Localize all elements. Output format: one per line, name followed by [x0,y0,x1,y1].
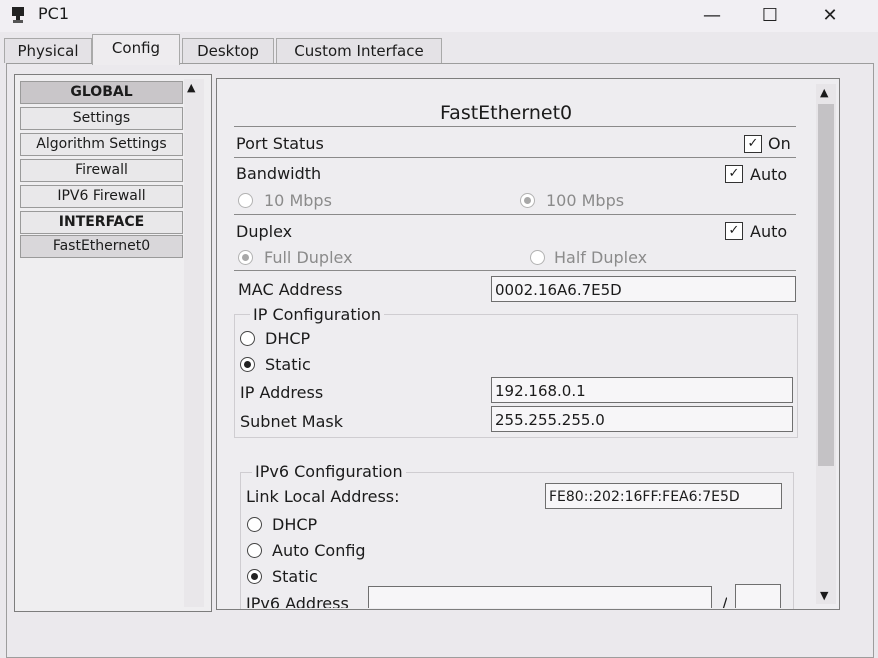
sidebar-item-fastethernet0[interactable]: FastEthernet0 [20,235,183,258]
ipv6-configuration-title: IPv6 Configuration [252,462,406,481]
ipv6-prefix-field[interactable] [735,584,781,608]
bandwidth-10-radio[interactable] [238,193,253,208]
full-duplex-label: Full Duplex [264,248,353,267]
sidebar-item-firewall[interactable]: Firewall [20,159,183,182]
half-duplex-label: Half Duplex [554,248,648,267]
window-title: PC1 [38,4,69,23]
mac-address-field[interactable]: 0002.16A6.7E5D [491,276,796,302]
ip-address-label: IP Address [240,383,324,402]
tab-config[interactable]: Config [92,34,180,65]
link-local-address-label: Link Local Address: [246,487,400,506]
config-sidebar: GLOBAL Settings Algorithm Settings Firew… [14,74,212,612]
maximize-button[interactable]: ☐ [750,2,790,30]
bandwidth-label: Bandwidth [236,164,322,183]
half-duplex-radio[interactable] [530,250,545,265]
ip-static-label: Static [265,355,311,374]
interface-title: FastEthernet0 [440,102,573,124]
ipv6-address-label: IPv6 Address [246,594,349,608]
ip-dhcp-label: DHCP [265,329,311,348]
bandwidth-100-label: 100 Mbps [546,191,625,210]
port-status-label: Port Status [236,134,324,153]
ipv6-static-radio[interactable] [247,569,262,584]
ipv6-dhcp-radio[interactable] [247,517,262,532]
ipv6-auto-config-radio[interactable] [247,543,262,558]
tab-physical[interactable]: Physical [4,38,92,63]
bandwidth-auto-checkbox[interactable]: ✓ [725,165,743,183]
ip-static-radio[interactable] [240,357,255,372]
close-button[interactable]: ✕ [810,2,850,30]
full-duplex-radio[interactable] [238,250,253,265]
subnet-mask-label: Subnet Mask [240,412,344,431]
ipv6-dhcp-label: DHCP [272,515,318,534]
minimize-button[interactable]: — [692,2,732,30]
packet-tracer-pc-icon [12,7,24,23]
scroll-up-icon[interactable]: ▲ [187,81,195,94]
divider [234,270,796,271]
tab-custom-interface[interactable]: Custom Interface [276,38,442,63]
duplex-label: Duplex [236,222,293,241]
interface-scrollbar[interactable]: ▲ ▼ [816,84,836,604]
title-bar: PC1 — ☐ ✕ [0,0,878,32]
prefix-slash: / [722,594,728,608]
sidebar-header-interface: INTERFACE [20,211,183,234]
sidebar-item-algorithm-settings[interactable]: Algorithm Settings [20,133,183,156]
link-local-address-field[interactable]: FE80::202:16FF:FEA6:7E5D [545,483,782,509]
port-status-on-label: On [768,134,791,153]
divider [234,157,796,158]
sidebar-header-global: GLOBAL [20,81,183,104]
bandwidth-100-radio[interactable] [520,193,535,208]
ipv6-static-label: Static [272,567,318,586]
ipv6-address-field[interactable] [368,586,712,608]
sidebar-item-ipv6-firewall[interactable]: IPV6 Firewall [20,185,183,208]
bandwidth-10-label: 10 Mbps [264,191,332,210]
sidebar-scrollbar[interactable]: ▲ [184,79,204,607]
duplex-auto-label: Auto [750,222,788,241]
tab-bar: Physical Config Desktop Custom Interface [0,34,878,65]
ipv6-auto-config-label: Auto Config [272,541,366,560]
subnet-mask-field[interactable]: 255.255.255.0 [491,406,793,432]
ip-address-field[interactable]: 192.168.0.1 [491,377,793,403]
sidebar-item-settings[interactable]: Settings [20,107,183,130]
ip-dhcp-radio[interactable] [240,331,255,346]
ip-configuration-title: IP Configuration [250,305,384,324]
divider [234,126,796,127]
scrollbar-thumb[interactable] [818,104,834,466]
mac-address-label: MAC Address [238,280,343,299]
divider [234,214,796,215]
tab-desktop[interactable]: Desktop [182,38,274,63]
scroll-down-icon[interactable]: ▼ [820,589,828,602]
scroll-up-icon[interactable]: ▲ [820,86,828,99]
duplex-auto-checkbox[interactable]: ✓ [725,222,743,240]
bandwidth-auto-label: Auto [750,165,788,184]
port-status-checkbox[interactable]: ✓ [744,135,762,153]
